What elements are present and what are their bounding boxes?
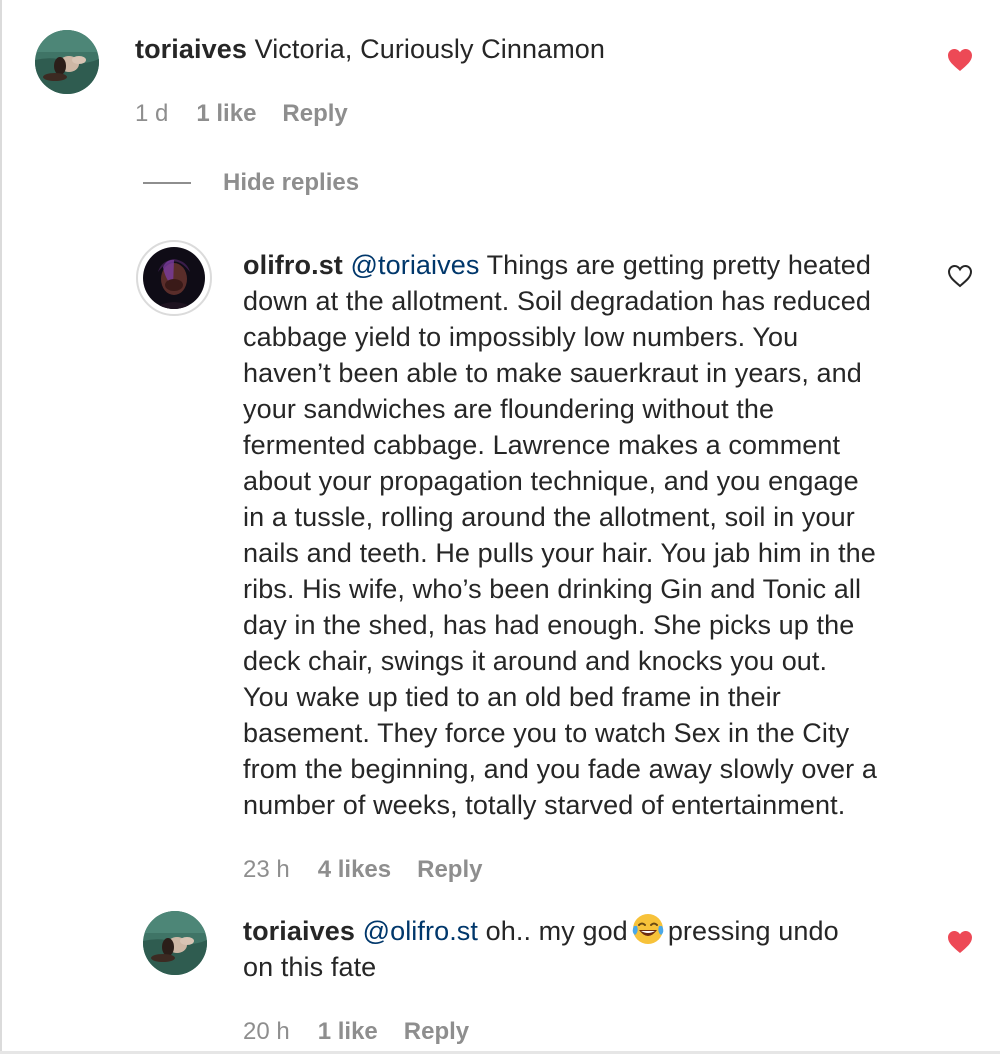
reply-line: in a tussle, rolling around the allotmen…	[243, 502, 855, 532]
reply-likes[interactable]: 4 likes	[318, 856, 391, 884]
reply-time: 23 h	[243, 856, 290, 883]
reply-line: cabbage yield to impossibly low numbers.…	[243, 322, 799, 352]
reply-line: on this fate	[243, 952, 377, 982]
reply-button[interactable]: Reply	[404, 1018, 469, 1046]
reply-line: You wake up tied to an old bed frame in …	[243, 682, 781, 712]
avatar-toriaives[interactable]	[35, 30, 99, 94]
hide-replies-label: Hide replies	[223, 169, 360, 196]
reply-first-line: olifro.st @toriaives Things are getting …	[243, 247, 933, 283]
heart-filled-icon[interactable]	[947, 930, 973, 954]
reply-line: number of weeks, totally starved of ente…	[243, 790, 846, 820]
reply-first-line: toriaives @olifro.st oh.. my god pressin…	[243, 912, 933, 949]
reply-line: from the beginning, and you fade away sl…	[243, 754, 877, 784]
reply-line: down at the allotment. Soil degradation …	[243, 286, 872, 316]
reply-line: haven’t been able to make sauerkraut in …	[243, 358, 862, 388]
avatar-toriaives[interactable]	[143, 911, 207, 975]
reply-line: about your propagation technique, and yo…	[243, 466, 859, 496]
reply-line: deck chair, swings it around and knocks …	[243, 646, 828, 676]
reply-line: Things are getting pretty heated	[486, 250, 872, 280]
comment-username[interactable]: toriaives	[135, 34, 247, 64]
reply-mention-link[interactable]: @toriaives	[351, 250, 480, 280]
heart-outline-icon[interactable]	[947, 264, 973, 288]
reply-line: fermented cabbage. Lawrence makes a comm…	[243, 430, 841, 460]
face-with-tears-of-joy-emoji-icon	[631, 912, 665, 946]
reply-line: basement. They force you to watch Sex in…	[243, 718, 850, 748]
reply-text-after-emoji: pressing undo	[667, 916, 839, 946]
reply-line: ribs. His wife, who’s been drinking Gin …	[243, 574, 862, 604]
reply-mention-link[interactable]: @olifro.st	[363, 916, 478, 946]
reply-text-1: olifro.st @toriaives Things are getting …	[243, 247, 933, 823]
comment-body: Victoria, Curiously Cinnamon	[254, 34, 606, 64]
avatar-water-photo-icon	[143, 911, 207, 975]
reply-line: day in the shed, has had enough. She pic…	[243, 610, 855, 640]
comment-time: 1 d	[135, 100, 169, 127]
avatar-olifro.st[interactable]	[143, 247, 205, 309]
divider-line	[143, 182, 191, 184]
reply-time: 20 h	[243, 1018, 290, 1045]
comment-likes[interactable]: 1 like	[196, 100, 256, 128]
left-border	[0, 0, 2, 1054]
reply-button[interactable]: Reply	[417, 856, 482, 884]
avatar-dark-portrait-icon	[143, 247, 205, 309]
comment-meta-1: 1 d 1 like Reply	[135, 100, 348, 128]
reply-meta-1: 23 h 4 likes Reply	[243, 856, 482, 884]
heart-filled-icon[interactable]	[947, 48, 973, 72]
reply-text-2: toriaives @olifro.st oh.. my god pressin…	[243, 912, 933, 985]
reply-username[interactable]: toriaives	[243, 916, 355, 946]
comment-text-1: toriaives Victoria, Curiously Cinnamon	[135, 31, 605, 67]
reply-likes[interactable]: 1 like	[318, 1018, 378, 1046]
reply-line: nails and teeth. He pulls your hair. You…	[243, 538, 876, 568]
hide-replies-button[interactable]: Hide replies	[143, 169, 359, 197]
avatar-water-photo-icon	[35, 30, 99, 94]
reply-line: your sandwiches are floundering without …	[243, 394, 775, 424]
reply-text-before-emoji: oh.. my god	[485, 916, 628, 946]
reply-meta-2: 20 h 1 like Reply	[243, 1018, 469, 1046]
reply-button[interactable]: Reply	[282, 100, 347, 128]
reply-username[interactable]: olifro.st	[243, 250, 343, 280]
